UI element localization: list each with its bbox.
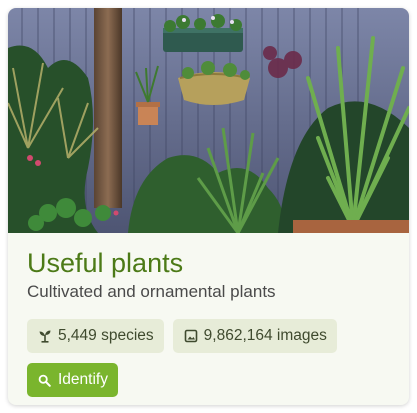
collection-subtitle: Cultivated and ornamental plants	[27, 282, 276, 301]
species-count-text: 5,449 species	[58, 327, 154, 344]
stats-row: 5,449 species 9,862,164 images	[27, 319, 337, 353]
search-icon	[38, 374, 51, 387]
images-count-badge: 9,862,164 images	[172, 319, 337, 353]
sprout-icon	[38, 329, 52, 343]
images-count-text: 9,862,164 images	[203, 327, 327, 344]
image-icon	[184, 329, 198, 343]
species-count-badge: 5,449 species	[27, 319, 164, 353]
identify-label: Identify	[58, 371, 108, 388]
identify-button[interactable]: Identify	[27, 363, 118, 397]
card-image[interactable]	[8, 8, 409, 233]
collection-card[interactable]: Useful plants Cultivated and ornamental …	[8, 8, 409, 405]
collection-title[interactable]: Useful plants	[27, 250, 183, 277]
